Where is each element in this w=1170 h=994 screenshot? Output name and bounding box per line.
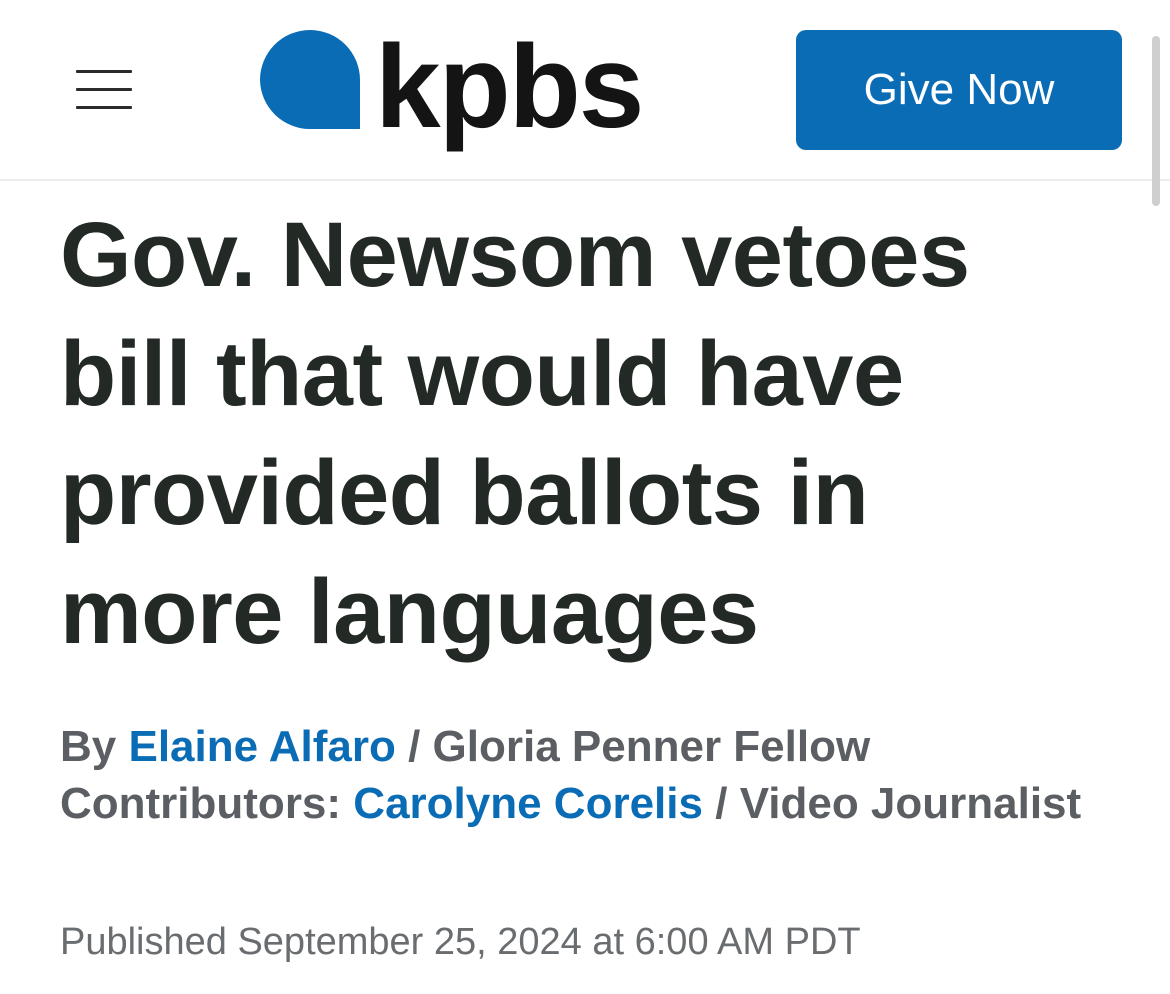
contributor-link[interactable]: Carolyne Corelis	[353, 779, 703, 828]
author-separator: /	[408, 722, 421, 771]
author-title: Gloria Penner Fellow	[432, 722, 871, 771]
by-label: By	[60, 722, 117, 771]
article-headline: Gov. Newsom vetoes bill that would have …	[60, 196, 1120, 672]
contributors-label: Contributors:	[60, 779, 342, 828]
headline-line: bill that would have	[60, 323, 904, 425]
headline-line: provided ballots in	[60, 442, 869, 544]
author-link[interactable]: Elaine Alfaro	[128, 722, 395, 771]
byline: By Elaine Alfaro / Gloria Penner Fellow …	[60, 718, 1120, 832]
site-header: kpbs Give Now	[0, 0, 1170, 181]
kpbs-logo[interactable]: kpbs	[260, 26, 700, 156]
contributor-title: Video Journalist	[739, 779, 1082, 828]
page: kpbs Give Now Gov. Newsom vetoes bill th…	[0, 0, 1170, 994]
contributor-separator: /	[715, 779, 728, 828]
published-date: Published September 25, 2024 at 6:00 AM …	[60, 921, 861, 963]
logo-mark-icon	[260, 30, 360, 129]
give-now-label: Give Now	[863, 65, 1055, 114]
give-now-button[interactable]: Give Now	[796, 30, 1122, 150]
hamburger-menu-icon[interactable]	[76, 70, 132, 110]
logo-text: kpbs	[375, 26, 642, 153]
scrollbar[interactable]	[1152, 36, 1160, 206]
headline-line: Gov. Newsom vetoes	[60, 204, 970, 306]
headline-line: more languages	[60, 561, 759, 663]
